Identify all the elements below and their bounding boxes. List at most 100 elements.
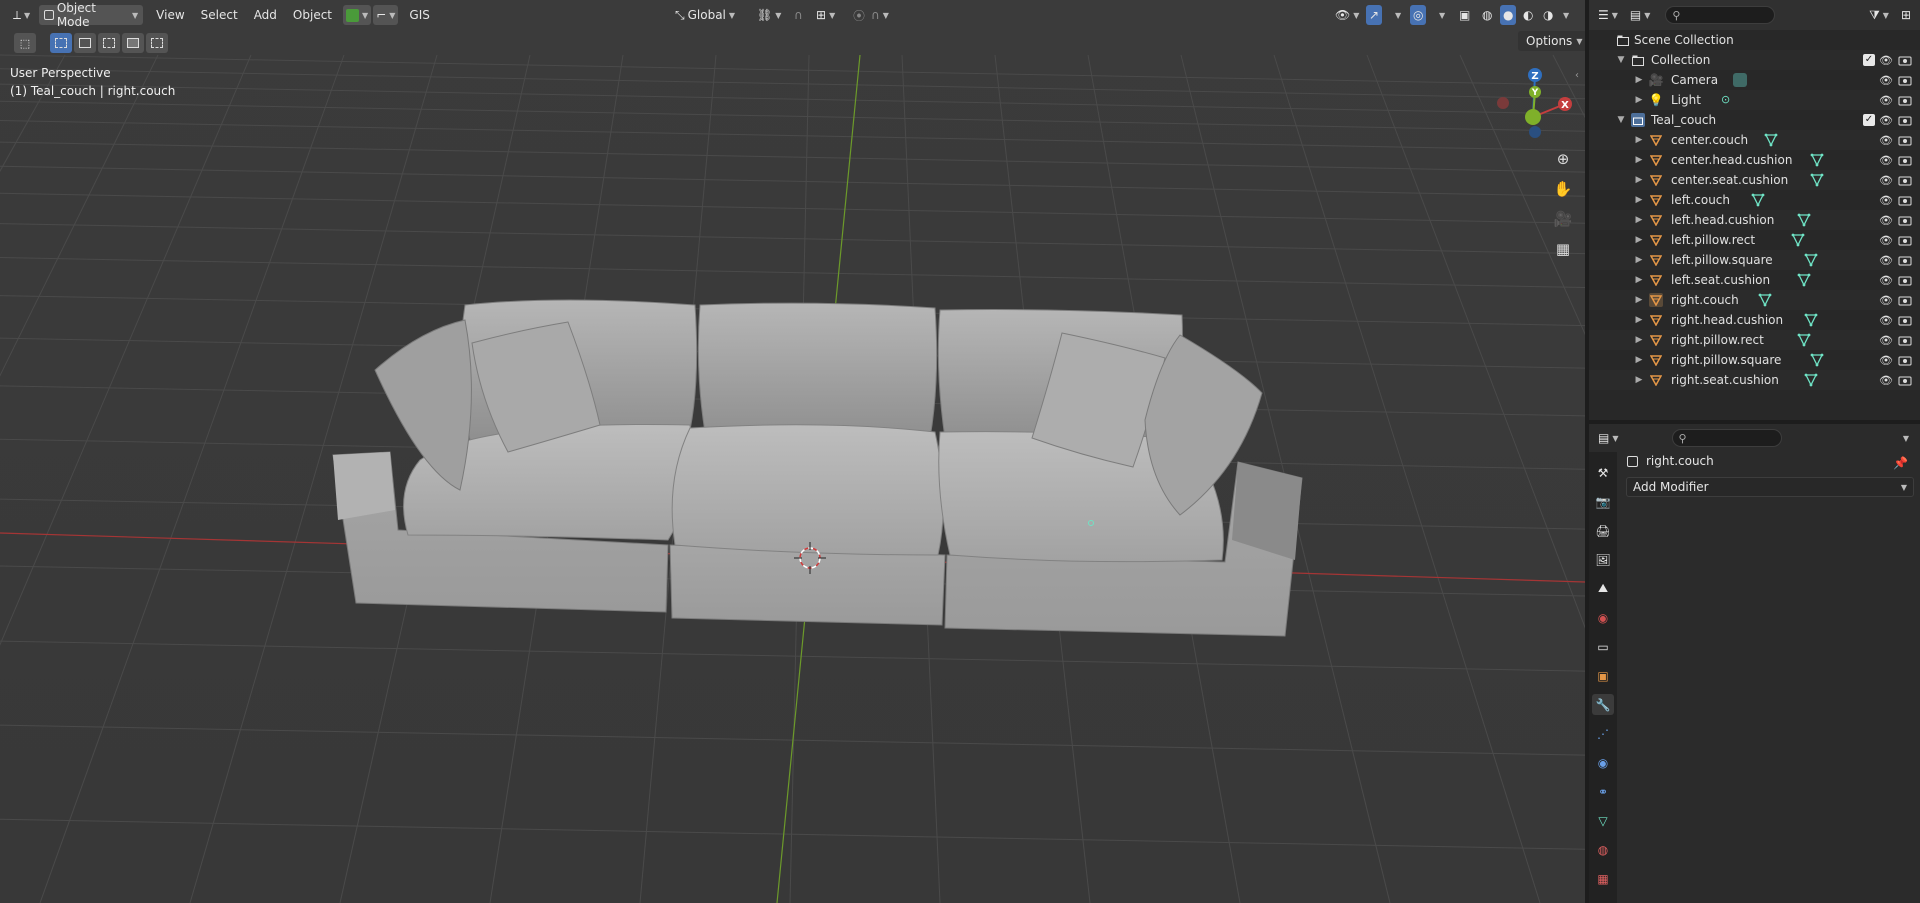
expand-arrow-icon[interactable]: ▶ (1633, 95, 1645, 105)
tab-modifiers[interactable]: 🔧 (1592, 694, 1614, 715)
expand-arrow-icon[interactable]: ▶ (1633, 355, 1645, 365)
render-camera-icon[interactable] (1898, 155, 1912, 166)
outliner-row-collection[interactable]: ▼ Collection ✓ 👁 (1589, 50, 1920, 70)
render-camera-icon[interactable] (1898, 275, 1912, 286)
render-camera-icon[interactable] (1898, 375, 1912, 386)
tab-view-layer[interactable]: 🖼 (1592, 549, 1614, 570)
outliner-row-center-couch[interactable]: ▶ center.couch 👁 (1589, 130, 1920, 150)
eye-icon[interactable]: 👁 (1879, 134, 1893, 147)
expand-arrow-icon[interactable]: ▶ (1633, 275, 1645, 285)
camera-data-icon[interactable] (1733, 73, 1747, 87)
render-camera-icon[interactable] (1898, 135, 1912, 146)
outliner-row-right-couch[interactable]: ▶ right.couch 👁 (1589, 290, 1920, 310)
menu-add[interactable]: Add (249, 5, 282, 25)
mesh-data-icon[interactable] (1791, 233, 1805, 247)
outliner-row-center-seat-cushion[interactable]: ▶ center.seat.cushion 👁 (1589, 170, 1920, 190)
mode-extend-button[interactable] (74, 33, 96, 53)
properties-editor-type-button[interactable]: ▤ ▼ (1595, 428, 1622, 448)
orientation-dropdown[interactable]: ⤡ Global ▼ (670, 5, 740, 25)
render-camera-icon[interactable] (1898, 255, 1912, 266)
collapse-arrow-icon[interactable]: ▼ (1615, 55, 1627, 65)
menu-gis[interactable]: GIS (404, 5, 434, 25)
pan-button[interactable]: ✋ (1550, 176, 1576, 202)
eye-icon[interactable]: 👁 (1879, 154, 1893, 167)
outliner-row-left-head-cushion[interactable]: ▶ left.head.cushion 👁 (1589, 210, 1920, 230)
filter-button[interactable]: ⧩ ▼ (1866, 5, 1892, 25)
viewport-scene[interactable]: Z Y X (0, 0, 1585, 903)
tab-particles[interactable]: ⋰ (1592, 723, 1614, 744)
mesh-data-icon[interactable] (1810, 353, 1824, 367)
pivot-point-dropdown[interactable]: ⛓ ▼ (752, 5, 786, 25)
overlays-dropdown[interactable]: ▼ (1434, 5, 1450, 25)
tab-constraints[interactable]: ⚭ (1592, 781, 1614, 802)
mode-dropdown[interactable]: Object Mode ▼ (39, 1, 144, 29)
outliner-row-camera[interactable]: ▶ 🎥 Camera 👁 (1589, 70, 1920, 90)
eye-icon[interactable]: 👁 (1879, 374, 1893, 387)
render-camera-icon[interactable] (1898, 335, 1912, 346)
tab-scene[interactable]: ⛰ (1592, 578, 1614, 599)
pin-icon[interactable]: 📌 (1893, 456, 1908, 470)
menu-select[interactable]: Select (196, 5, 243, 25)
tab-world[interactable]: ◉ (1592, 607, 1614, 628)
eye-icon[interactable]: 👁 (1879, 54, 1893, 67)
expand-arrow-icon[interactable]: ▶ (1633, 315, 1645, 325)
light-data-icon[interactable]: ⊙ (1721, 93, 1735, 107)
mode-subtract-button[interactable] (98, 33, 120, 53)
xray-toggle[interactable]: ▣ (1456, 5, 1473, 25)
render-camera-icon[interactable] (1898, 295, 1912, 306)
render-camera-icon[interactable] (1898, 195, 1912, 206)
expand-arrow-icon[interactable]: ▶ (1633, 375, 1645, 385)
menu-view[interactable]: View (151, 5, 189, 25)
outliner-row-center-head-cushion[interactable]: ▶ center.head.cushion 👁 (1589, 150, 1920, 170)
snap-toggle[interactable]: ∩ (789, 5, 808, 25)
render-camera-icon[interactable] (1898, 175, 1912, 186)
render-camera-icon[interactable] (1898, 55, 1912, 66)
gizmo-dropdown[interactable]: ▼ (1390, 5, 1406, 25)
render-camera-icon[interactable] (1898, 315, 1912, 326)
sidebar-toggle-icon[interactable]: ‹ (1575, 70, 1579, 81)
outliner-row-right-pillow-square[interactable]: ▶ right.pillow.square 👁 (1589, 350, 1920, 370)
camera-view-button[interactable]: 🎥 (1550, 206, 1576, 232)
outliner-search-input[interactable]: ⚲ (1665, 6, 1776, 24)
eye-icon[interactable]: 👁 (1879, 94, 1893, 107)
tab-data[interactable]: ▽ (1592, 810, 1614, 831)
outliner-row-left-seat-cushion[interactable]: ▶ left.seat.cushion 👁 (1589, 270, 1920, 290)
curve-tool-button[interactable]: ⌐ ▼ (373, 5, 399, 25)
tab-collection[interactable]: ▭ (1592, 636, 1614, 657)
zoom-button[interactable]: ⊕ (1550, 146, 1576, 172)
mesh-data-icon[interactable] (1810, 153, 1824, 167)
expand-arrow-icon[interactable]: ▶ (1633, 335, 1645, 345)
tab-texture[interactable]: ▦ (1592, 868, 1614, 889)
overlays-toggle[interactable]: ◎ (1410, 5, 1427, 25)
eye-icon[interactable]: 👁 (1879, 274, 1893, 287)
shading-solid[interactable]: ● (1500, 5, 1517, 25)
mesh-data-icon[interactable] (1810, 173, 1824, 187)
mesh-data-icon[interactable] (1797, 333, 1811, 347)
shading-rendered[interactable]: ◑ (1540, 5, 1556, 25)
area-divider[interactable] (1585, 0, 1589, 903)
tab-physics[interactable]: ◉ (1592, 752, 1614, 773)
eye-icon[interactable]: 👁 (1879, 214, 1893, 227)
mesh-data-icon[interactable] (1758, 293, 1772, 307)
3d-viewport[interactable]: Z Y X ⟂ ▼ Object Mode ▼ View Select Add O… (0, 0, 1585, 903)
mode-difference-button[interactable] (122, 33, 144, 53)
render-camera-icon[interactable] (1898, 115, 1912, 126)
tab-output[interactable]: 🖨 (1592, 520, 1614, 541)
mode-intersect-button[interactable] (146, 33, 168, 53)
mesh-data-icon[interactable] (1751, 193, 1765, 207)
outliner-row-left-pillow-rect[interactable]: ▶ left.pillow.rect 👁 (1589, 230, 1920, 250)
options-dropdown[interactable]: Options ▼ (1518, 31, 1585, 51)
gizmo-toggle[interactable]: ↗ (1366, 5, 1383, 25)
tab-tool[interactable]: ⚒ (1592, 462, 1614, 483)
transform-pivot-button[interactable]: ▼ (343, 5, 372, 25)
eye-icon[interactable]: 👁 (1879, 234, 1893, 247)
mesh-data-icon[interactable] (1804, 253, 1818, 267)
visibility-dropdown[interactable]: 👁 ▼ (1330, 5, 1364, 25)
outliner-row-light[interactable]: ▶ 💡 Light ⊙ 👁 (1589, 90, 1920, 110)
render-camera-icon[interactable] (1898, 235, 1912, 246)
render-camera-icon[interactable] (1898, 75, 1912, 86)
tab-object[interactable]: ▣ (1592, 665, 1614, 686)
shading-material[interactable]: ◐ (1520, 5, 1536, 25)
eye-icon[interactable]: 👁 (1879, 174, 1893, 187)
eye-icon[interactable]: 👁 (1879, 334, 1893, 347)
